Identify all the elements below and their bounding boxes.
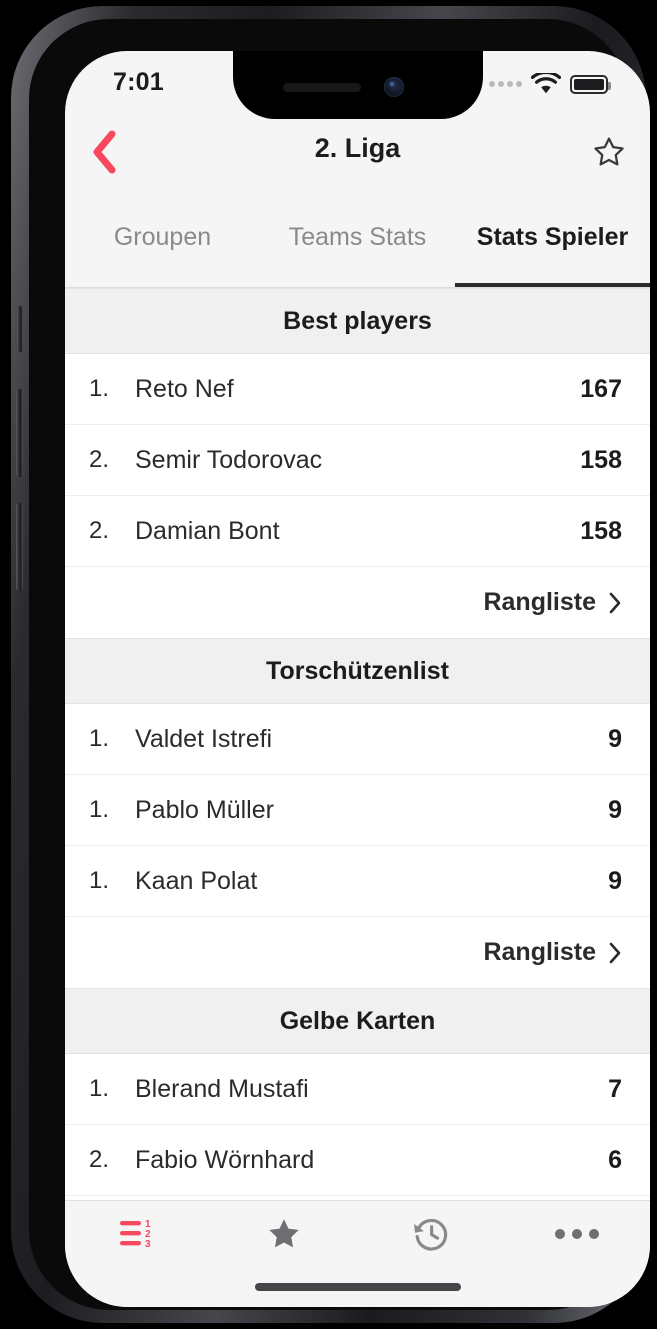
row-name: Damian Bont	[135, 517, 580, 546]
tabbar-item-more[interactable]	[504, 1201, 650, 1267]
row-rank: 1.	[89, 725, 135, 753]
front-camera-icon	[384, 77, 404, 97]
row-value: 7	[608, 1075, 622, 1104]
cellular-dots-icon	[489, 81, 522, 87]
tabbar-item-history[interactable]	[358, 1201, 504, 1267]
tab-label: Teams Stats	[289, 223, 427, 252]
mute-switch-button[interactable]	[17, 306, 23, 352]
row-rank: 2.	[89, 446, 135, 474]
more-dots-icon	[555, 1229, 599, 1239]
rangliste-link-torschuetzenlist[interactable]: Rangliste	[65, 917, 650, 988]
tabbar-item-favorites[interactable]	[211, 1201, 357, 1267]
chevron-right-icon	[608, 591, 622, 615]
star-outline-icon	[592, 135, 626, 169]
chevron-right-icon	[608, 941, 622, 965]
section-title: Best players	[283, 307, 432, 336]
volume-up-button[interactable]	[16, 389, 23, 477]
rangliste-label: Rangliste	[483, 588, 596, 617]
section-header-best-players: Best players	[65, 288, 650, 354]
tab-stats-spieler[interactable]: Stats Spieler	[455, 191, 650, 287]
row-rank: 1.	[89, 867, 135, 895]
page-title: 2. Liga	[65, 133, 650, 164]
tab-groupen[interactable]: Groupen	[65, 191, 260, 287]
device-bezel: 7:01	[11, 6, 646, 1323]
battery-full-icon	[570, 75, 608, 94]
status-time: 7:01	[113, 68, 164, 97]
stats-list-scroll[interactable]: Best players 1. Reto Nef 167 2. Semir To…	[65, 288, 650, 1200]
phone-screen: 7:01	[65, 51, 650, 1307]
earpiece-speaker-icon	[283, 83, 361, 92]
table-row[interactable]: 1. Reto Nef 167	[65, 354, 650, 425]
row-value: 6	[608, 1146, 622, 1175]
wifi-icon	[531, 73, 561, 95]
tab-teams-stats[interactable]: Teams Stats	[260, 191, 455, 287]
row-value: 158	[580, 446, 622, 475]
rangliste-link-best-players[interactable]: Rangliste	[65, 567, 650, 638]
notch	[233, 51, 483, 119]
table-row[interactable]: 1. Kaan Polat 9	[65, 846, 650, 917]
tabbar-item-ranking[interactable]: 1 2 3	[65, 1201, 211, 1267]
table-row[interactable]: 1. Blerand Mustafi 7	[65, 1054, 650, 1125]
row-value: 9	[608, 867, 622, 896]
navigation-bar: 2. Liga	[65, 113, 650, 191]
tab-label: Stats Spieler	[477, 223, 628, 252]
table-row[interactable]: 1. Valdet Istrefi 9	[65, 704, 650, 775]
row-rank: 1.	[89, 375, 135, 403]
row-name: Reto Nef	[135, 375, 580, 404]
row-value: 158	[580, 517, 622, 546]
table-row[interactable]: 2. Damian Bont 158	[65, 496, 650, 567]
history-clock-icon	[412, 1215, 450, 1253]
table-row[interactable]: 2. Fabio Wörnhard 6	[65, 1125, 650, 1196]
row-rank: 2.	[89, 517, 135, 545]
status-indicators	[489, 73, 608, 95]
row-value: 167	[580, 375, 622, 404]
bottom-tab-bar: 1 2 3	[65, 1200, 650, 1307]
row-rank: 2.	[89, 1146, 135, 1174]
home-indicator[interactable]	[255, 1283, 461, 1291]
section-header-gelbe-karten: Gelbe Karten	[65, 988, 650, 1054]
table-row[interactable]: 2. Semir Todorovac 158	[65, 425, 650, 496]
section-header-torschuetzenlist: Torschützenlist	[65, 638, 650, 704]
row-name: Semir Todorovac	[135, 446, 580, 475]
device-inner-bezel: 7:01	[29, 19, 628, 1310]
rangliste-label: Rangliste	[483, 938, 596, 967]
section-title: Torschützenlist	[266, 657, 449, 686]
svg-text:3: 3	[145, 1239, 151, 1250]
row-value: 9	[608, 796, 622, 825]
row-rank: 1.	[89, 1075, 135, 1103]
row-name: Pablo Müller	[135, 796, 608, 825]
row-name: Blerand Mustafi	[135, 1075, 608, 1104]
tab-label: Groupen	[114, 223, 211, 252]
favorite-button[interactable]	[580, 123, 638, 181]
row-name: Kaan Polat	[135, 867, 608, 896]
row-name: Fabio Wörnhard	[135, 1146, 608, 1175]
volume-down-button[interactable]	[16, 503, 23, 591]
star-filled-icon	[266, 1216, 302, 1252]
ranking-list-icon: 1 2 3	[118, 1217, 158, 1251]
segment-tabs: Groupen Teams Stats Stats Spieler	[65, 191, 650, 288]
row-rank: 1.	[89, 796, 135, 824]
device-frame: 7:01	[0, 0, 657, 1329]
table-row[interactable]: 1. Pablo Müller 9	[65, 775, 650, 846]
section-title: Gelbe Karten	[280, 1007, 436, 1036]
row-name: Valdet Istrefi	[135, 725, 608, 754]
row-value: 9	[608, 725, 622, 754]
